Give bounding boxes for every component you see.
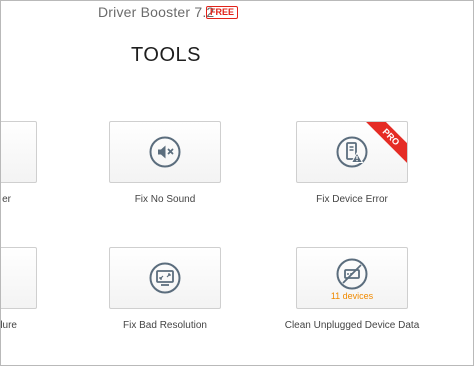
clean-unplugged-tile[interactable]: 11 devices (296, 247, 408, 309)
page-title: TOOLS (131, 44, 201, 66)
app-name: Driver Booster 7.2 (98, 4, 215, 20)
device-count: 11 devices (330, 291, 374, 301)
fix-bad-resolution-label: Fix Bad Resolution (123, 320, 207, 331)
tool-label-partial-2: lure (0, 320, 17, 331)
tool-label-partial-1: er (2, 194, 11, 205)
free-badge: FREE (206, 6, 239, 19)
clean-unplugged-label: Clean Unplugged Device Data (284, 320, 420, 331)
fix-no-sound-tile[interactable] (109, 121, 221, 183)
unplugged-device-icon (336, 258, 368, 290)
app-window: Driver Booster 7.2 FREE TOOLS er Fix No … (0, 0, 474, 366)
tool-tile-partial-2[interactable] (1, 247, 37, 309)
fix-bad-resolution-tile[interactable] (109, 247, 221, 309)
title-bar: Driver Booster 7.2 FREE (1, 1, 473, 25)
fix-no-sound-label: Fix No Sound (134, 194, 196, 205)
pro-badge: PRO (361, 122, 407, 167)
speaker-mute-icon (149, 136, 181, 168)
fix-device-error-tile[interactable]: PRO (296, 121, 408, 183)
monitor-resolution-icon (149, 262, 181, 294)
tool-tile-partial-1[interactable] (1, 121, 37, 183)
fix-device-error-label: Fix Device Error (316, 194, 388, 205)
device-error-icon (336, 136, 368, 168)
